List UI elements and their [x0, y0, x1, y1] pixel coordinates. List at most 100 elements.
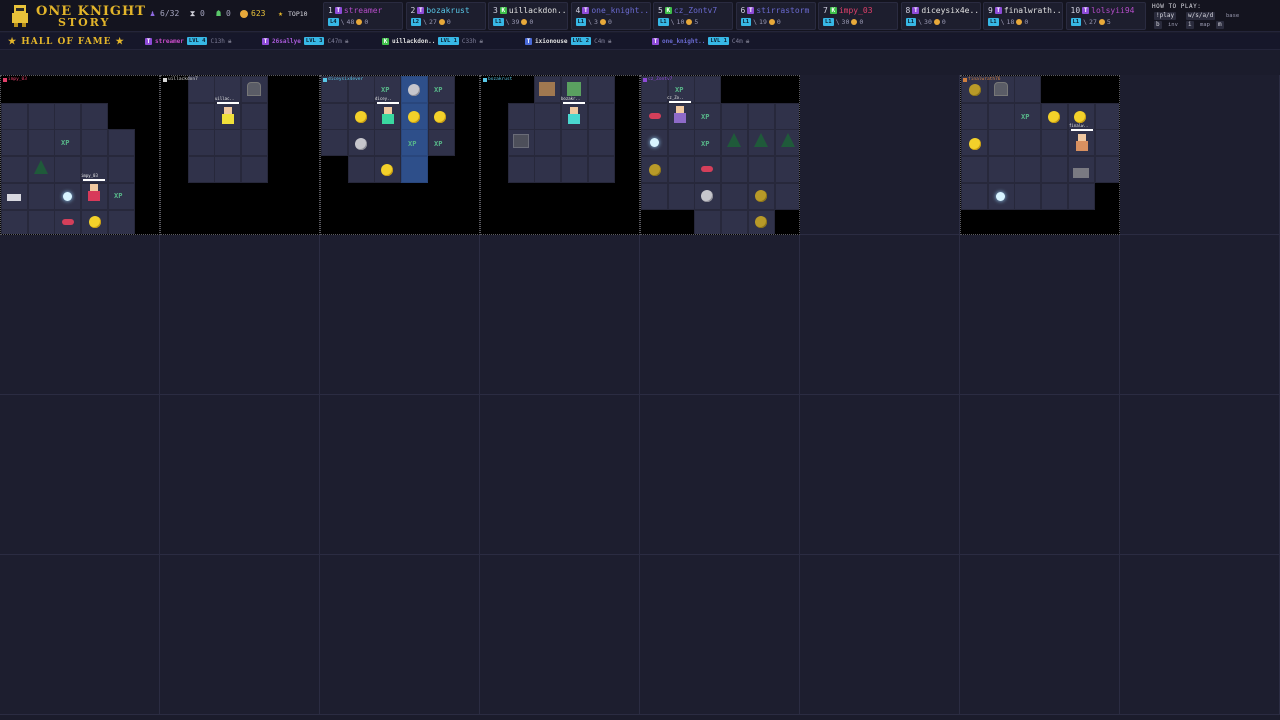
gold-coin-pickup[interactable] [434, 111, 446, 123]
energy-orb-pickup[interactable] [996, 192, 1005, 201]
level-badge: L1 [988, 18, 999, 26]
hall-of-fame-entry[interactable]: Kuillackdon.. LVL 1 C33h ☠ [382, 37, 483, 45]
map-cell [960, 395, 1120, 555]
leaderboard-entry[interactable]: 2 Tbozakrust L2 \ 27 0 [405, 2, 486, 30]
map-tile [454, 102, 479, 130]
player-viewport[interactable]: impy_03 XP impy_03 XP [0, 75, 160, 235]
energy-orb-pickup[interactable] [650, 138, 659, 147]
gold-coin-pickup[interactable] [755, 216, 767, 228]
leaderboard-entry[interactable]: 1 Tstreamer L4 \ 48 0 [323, 2, 403, 30]
player-viewport[interactable]: uillackdon7 uillac.. [160, 75, 320, 235]
leaderboard-entry[interactable]: 6 Tstirrastorm L1 \ 19 0 [735, 2, 816, 30]
player-character[interactable]: finalw.. [1069, 123, 1093, 152]
gold-coin-pickup[interactable] [755, 190, 767, 202]
kills-stat: ☗ 0 [214, 9, 231, 18]
leaderboard-xp: 27 [1089, 18, 1097, 26]
map-tile [107, 102, 135, 130]
silver-coin-pickup[interactable] [701, 190, 713, 202]
leaderboard-entry[interactable]: 4 Tone_knight.. L1 \ 3 0 [570, 2, 651, 30]
player-viewport[interactable]: diceysix4ever XP XP dicey.. XP XP [320, 75, 480, 235]
gold-coin-pickup[interactable] [969, 84, 981, 96]
map-tile [614, 156, 639, 184]
coin-icon [240, 9, 248, 18]
leaderboard-entry-header: 4 Tone_knight.. [576, 6, 650, 15]
hall-of-fame-entry[interactable]: Tone_knight.. LVL 1 C4m ☠ [652, 37, 749, 45]
xp-pickup-icon[interactable]: XP [381, 86, 389, 94]
character-head [90, 184, 98, 191]
meat-pickup-icon[interactable] [701, 166, 713, 172]
xp-pickup-icon[interactable]: XP [701, 113, 709, 121]
key-play: !play [1154, 12, 1177, 20]
map-tile [241, 129, 269, 157]
player-viewport[interactable]: cz_Zontv7 XP cz_Zo.. XP XP [640, 75, 800, 235]
player-character[interactable]: cz_Zo.. [667, 95, 691, 124]
silver-coin-pickup[interactable] [355, 138, 367, 150]
chest-icon[interactable] [7, 194, 21, 201]
gold-coin-pickup[interactable] [1048, 111, 1060, 123]
leaderboard-entry-stats: L1 \ 27 5 [1070, 18, 1111, 26]
gold-coin-pickup[interactable] [649, 164, 661, 176]
key-i: i [1186, 21, 1194, 29]
xp-pickup-icon[interactable]: XP [1021, 113, 1029, 121]
map-tile [987, 129, 1015, 157]
gold-coin-pickup[interactable] [969, 138, 981, 150]
gold-coin-pickup[interactable] [381, 164, 393, 176]
xp-pickup-icon[interactable]: XP [434, 86, 442, 94]
leaderboard-entry[interactable]: 10 Tlolsyii94 L1 \ 27 5 [1065, 2, 1146, 30]
leaderboard-entry[interactable]: 3 Kuillackdon.. L1 \ 39 0 [488, 2, 568, 30]
map-tile [27, 182, 55, 210]
leaderboard-entry[interactable]: 7 Kimpy_03 L1 \ 30 0 [818, 2, 898, 30]
leaderboard-rank: 5 [658, 6, 663, 15]
xp-pickup-icon[interactable]: XP [61, 139, 69, 147]
map-tile [374, 129, 402, 157]
hall-of-fame-entry[interactable]: Tstreamer LVL 4 C13h ☠ [145, 37, 232, 45]
player-character[interactable]: impy_03 [81, 173, 105, 202]
map-tile [427, 182, 455, 210]
xp-pickup-icon[interactable]: XP [675, 86, 683, 94]
hall-of-fame-entry[interactable]: T 26sallye LVL 3 C47m ☠ [262, 37, 349, 45]
leaderboard-rank: 10 [1070, 6, 1081, 15]
map-tile [214, 156, 242, 184]
gold-coin-pickup[interactable] [355, 111, 367, 123]
leaderboard-rank: 8 [905, 6, 911, 15]
map-tile [401, 209, 429, 234]
skull-icon: ☠ [344, 37, 349, 45]
meat-pickup-icon[interactable] [62, 219, 74, 225]
energy-orb-pickup[interactable] [63, 192, 72, 201]
viewport-owner-name: bozakrust [488, 77, 513, 82]
map-tile [1041, 209, 1069, 234]
player-viewport[interactable]: bozakrust bozakr.. [480, 75, 640, 235]
map-tile [427, 209, 455, 234]
leaderboard-entry-header: 5 Kcz_Zontv7 [658, 6, 717, 15]
map-tile [614, 182, 639, 210]
xp-pickup-icon[interactable]: XP [434, 140, 442, 148]
map-tile [481, 209, 508, 234]
platform-dot-icon [163, 77, 167, 82]
player-character[interactable]: uillac.. [215, 96, 239, 125]
top10-stat[interactable]: ★ TOP10 [276, 9, 308, 18]
leaderboard-entry[interactable]: 8 Tdiceysix4e.. L1 \ 30 0 [900, 2, 981, 30]
map-tile [347, 182, 375, 210]
leaderboard-xp: 18 [1006, 18, 1015, 26]
player-character[interactable]: dicey.. [375, 96, 399, 125]
gold-coin-pickup[interactable] [89, 216, 101, 228]
deer-icon [539, 82, 555, 96]
character-head [676, 106, 684, 113]
meat-pickup-icon[interactable] [649, 113, 661, 119]
map-tile [1094, 182, 1119, 210]
leaderboard-entry[interactable]: 9 Tfinalwrath.. L1 \ 18 0 [983, 2, 1063, 30]
leaderboard-entry-header: 1 Tstreamer [328, 6, 382, 15]
hall-of-fame-entry[interactable]: Tixionouse LVL 2 C4m ☠ [525, 37, 612, 45]
leaderboard-entry[interactable]: 5 Kcz_Zontv7 L1 \ 10 5 [653, 2, 733, 30]
xp-pickup-icon[interactable]: XP [408, 140, 416, 148]
silver-coin-pickup[interactable] [408, 84, 420, 96]
player-viewport[interactable]: finalwrath76 XP finalw.. [960, 75, 1120, 235]
gold-coin-pickup[interactable] [408, 111, 420, 123]
xp-pickup-icon[interactable]: XP [114, 192, 122, 200]
xp-pickup-icon[interactable]: XP [701, 140, 709, 148]
platform-dot-icon [483, 77, 487, 82]
gold-coin-pickup[interactable] [1074, 111, 1086, 123]
player-character[interactable]: bozakr.. [561, 96, 585, 125]
leaderboard-entry-stats: L1 \ 10 5 [658, 18, 698, 26]
leaderboard-xp: 48 [346, 18, 355, 26]
